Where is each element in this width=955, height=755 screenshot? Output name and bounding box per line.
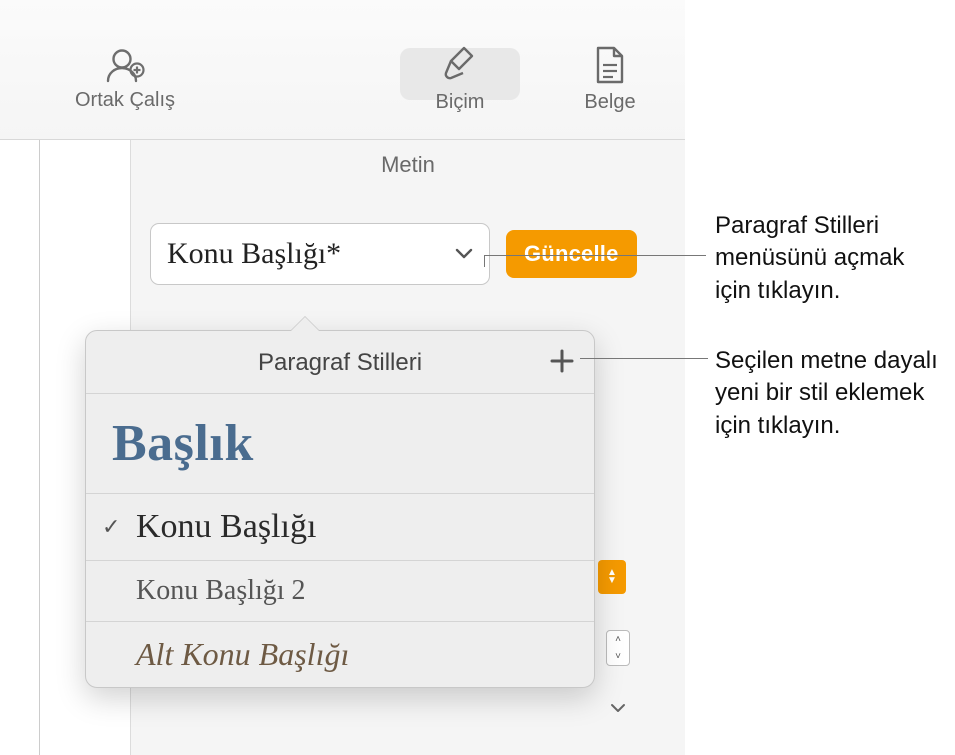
style-item-title[interactable]: Başlık <box>86 394 594 494</box>
disclosure-chevron-icon[interactable] <box>610 700 626 716</box>
style-item-label: Konu Başlığı 2 <box>136 575 306 606</box>
callout-leader <box>580 358 708 359</box>
collaborate-label: Ortak Çalış <box>55 89 195 112</box>
add-style-button[interactable] <box>544 343 580 379</box>
color-popup-partial[interactable]: ▲ ▼ <box>598 560 626 594</box>
format-button[interactable]: Biçim <box>400 45 520 114</box>
collaborate-icon <box>55 45 195 83</box>
style-item-heading2[interactable]: Konu Başlığı 2 <box>86 561 594 622</box>
format-label: Biçim <box>400 91 520 114</box>
chevron-down-icon <box>455 244 473 265</box>
popover-title: Paragraf Stilleri <box>86 331 594 394</box>
document-button[interactable]: Belge <box>555 45 665 114</box>
callout-add-style: Seçilen metne dayalı yeni bir stil eklem… <box>715 345 945 442</box>
callout-open-menu: Paragraf Stilleri menüsünü açmak için tı… <box>715 210 945 307</box>
document-icon <box>555 45 665 85</box>
paragraph-style-popup[interactable]: Konu Başlığı* <box>150 223 490 285</box>
style-item-label: Alt Konu Başlığı <box>136 636 349 672</box>
page-edge <box>0 140 40 755</box>
popover-title-text: Paragraf Stilleri <box>258 349 422 376</box>
style-item-label: Konu Başlığı <box>136 508 316 545</box>
document-label: Belge <box>555 91 665 114</box>
stepper-up-icon: ˄ <box>607 631 629 648</box>
stepper-down-icon: ˅ <box>607 648 629 665</box>
update-style-button[interactable]: Güncelle <box>506 230 637 278</box>
font-size-stepper[interactable]: ˄ ˅ <box>606 630 630 666</box>
paragraph-styles-popover: Paragraf Stilleri Başlık ✓ Konu Başlığı … <box>85 330 595 688</box>
toolbar: Ortak Çalış Biçim Belge <box>0 0 685 140</box>
chevron-down-icon: ▼ <box>607 577 617 585</box>
current-style-name: Konu Başlığı* <box>167 237 341 271</box>
style-item-heading[interactable]: ✓ Konu Başlığı <box>86 494 594 561</box>
callout-leader <box>484 255 706 256</box>
format-brush-icon <box>400 45 520 85</box>
checkmark-icon: ✓ <box>102 514 120 540</box>
style-list: Başlık ✓ Konu Başlığı Konu Başlığı 2 Alt… <box>86 394 594 687</box>
paragraph-style-row: Konu Başlığı* Güncelle <box>150 218 670 290</box>
collaborate-button[interactable]: Ortak Çalış <box>55 45 195 112</box>
style-item-subheading[interactable]: Alt Konu Başlığı <box>86 622 594 687</box>
callout-leader <box>484 255 485 267</box>
panel-title: Metin <box>131 140 685 196</box>
style-item-label: Başlık <box>112 415 254 472</box>
